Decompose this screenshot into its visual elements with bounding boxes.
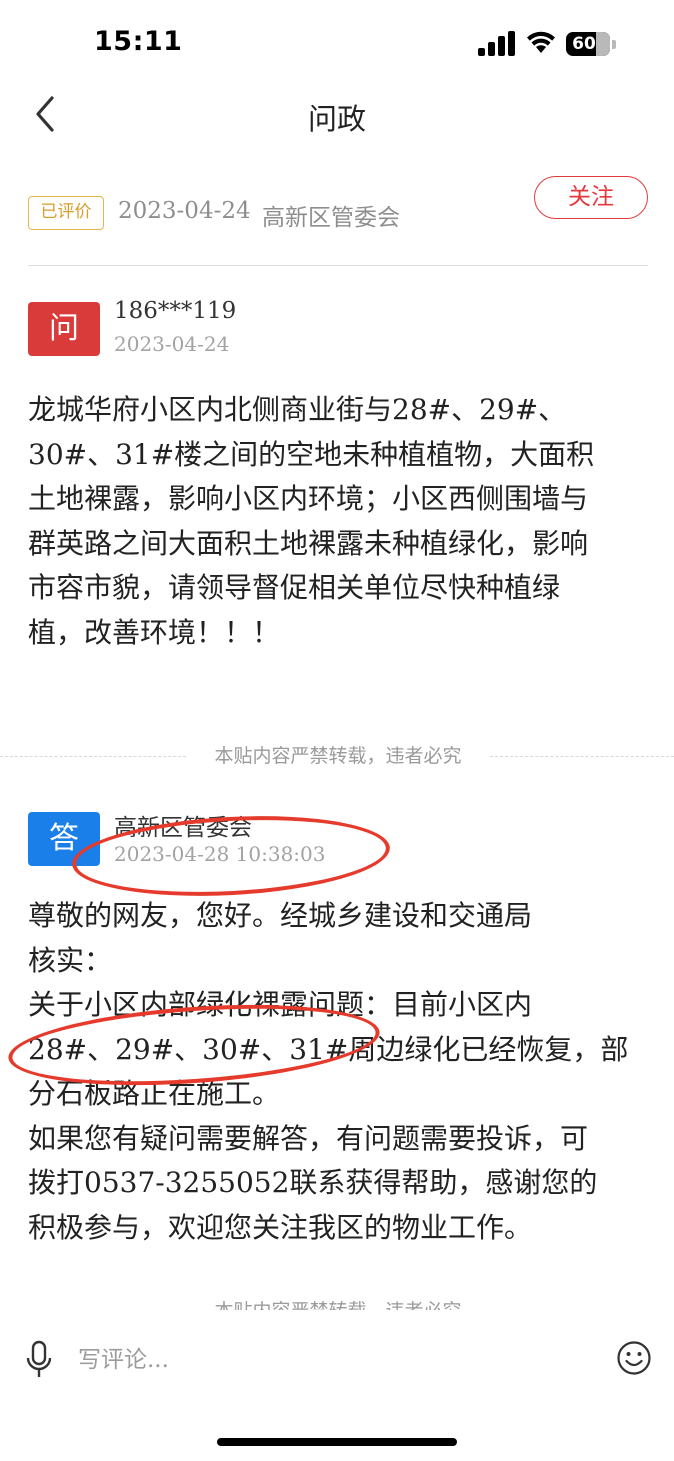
question-avatar: 问 [28,302,100,356]
battery-icon: 60 [566,32,616,58]
copyright-notice: 本贴内容严禁转载，违者必究 [0,741,674,771]
home-indicator[interactable] [217,1438,457,1446]
follow-button[interactable]: 关注 [534,176,648,219]
mic-icon[interactable] [24,1340,54,1380]
divider [28,265,648,266]
post-department: 高新区管委会 [262,205,400,231]
nav-bar: 问政 [0,90,674,140]
question-content: 龙城华府小区内北侧商业街与28#、29#、 30#、31#楼之间的空地未种植植物… [28,393,595,649]
page-title: 问政 [307,102,366,136]
status-badge: 已评价 [28,196,104,230]
status-time: 15:11 [94,26,183,57]
comment-bar: 写评论... [0,1310,674,1405]
notice-text: 本贴内容严禁转载，违者必究 [214,745,462,767]
comment-input[interactable]: 写评论... [78,1342,578,1378]
question-date: 2023-04-24 [114,332,230,356]
screen: 15:11 60 问政 已评价 2023-04-24 高新区管委会 关注 问 1… [0,0,674,1461]
post-meta: 已评价 2023-04-24 高新区管委会 关注 [28,176,648,236]
post-date: 2023-04-24 [118,198,251,224]
question-header: 问 186***119 2023-04-24 [28,298,648,358]
emoji-icon[interactable] [616,1340,652,1376]
battery-level: 60 [572,34,596,54]
signal-icon [478,31,515,56]
question-user: 186***119 [114,298,237,324]
wifi-icon [527,31,555,53]
status-bar: 15:11 60 [0,0,674,90]
